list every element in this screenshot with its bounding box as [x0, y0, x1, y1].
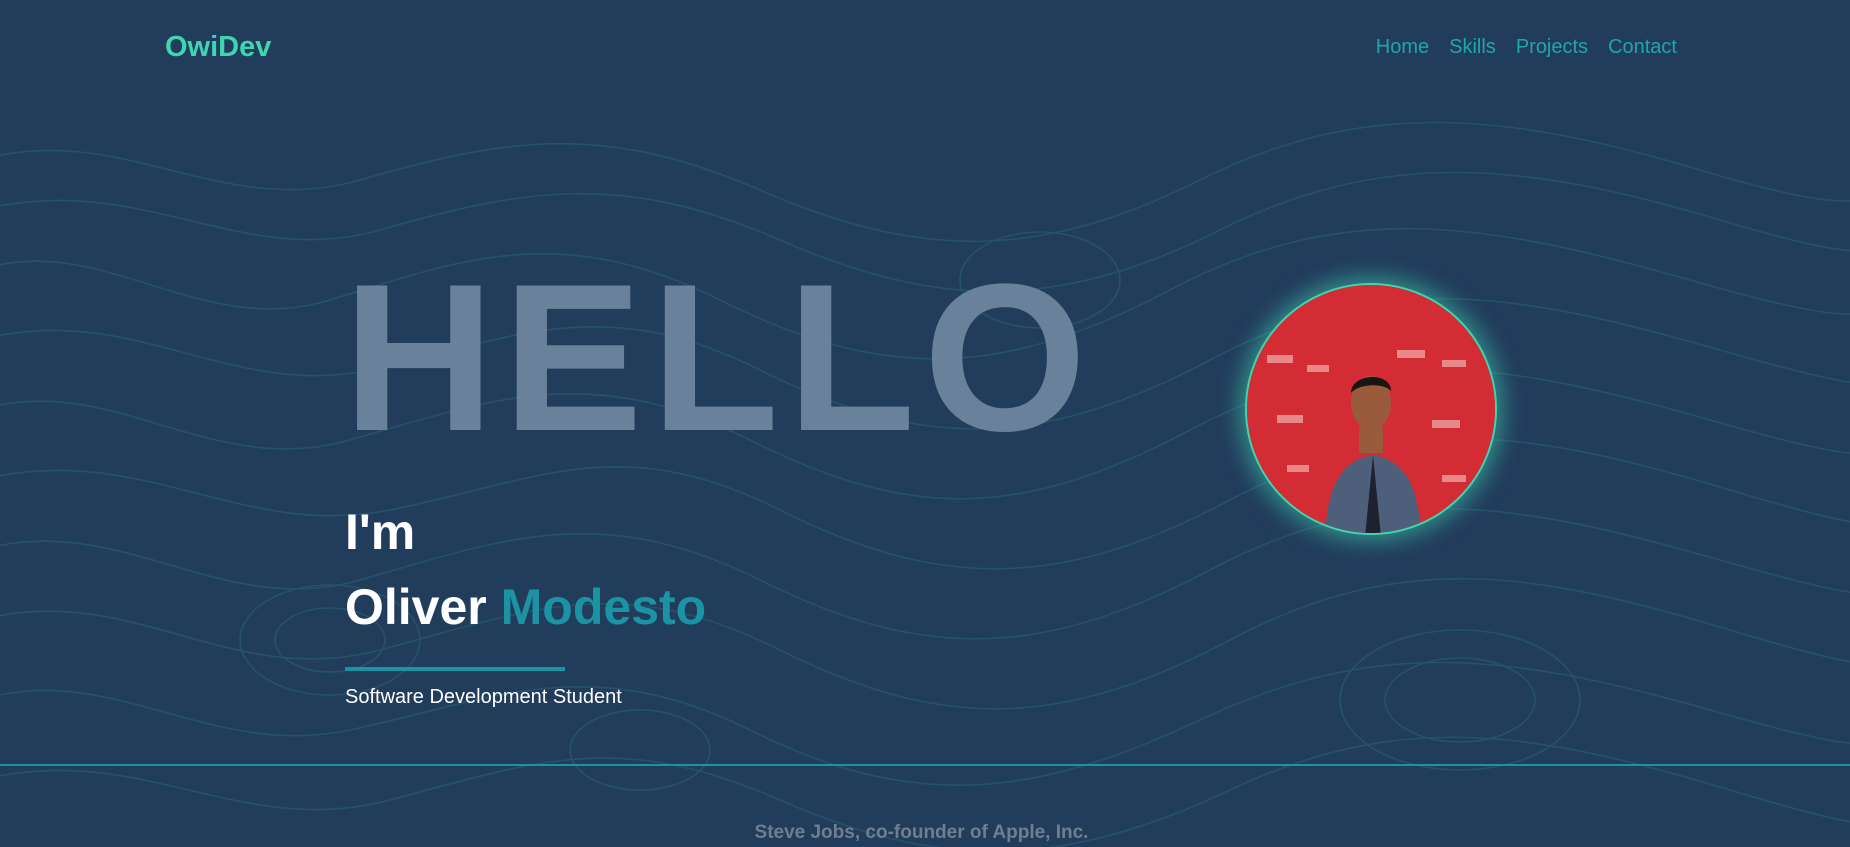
nav-link-projects[interactable]: Projects	[1516, 36, 1588, 59]
profile-photo-icon	[1247, 285, 1495, 533]
nav-link-skills[interactable]: Skills	[1449, 36, 1496, 59]
page: OwiDev Home Skills Projects Contact HELL…	[0, 0, 1850, 847]
nav-link-contact[interactable]: Contact	[1608, 36, 1677, 59]
nav-link-home[interactable]: Home	[1376, 36, 1429, 59]
last-name: Modesto	[500, 579, 707, 635]
full-name: Oliver Modesto	[345, 578, 706, 636]
section-divider	[0, 764, 1850, 766]
hello-heading: HELLO	[343, 240, 1095, 475]
quote-author: Steve Jobs, co-founder of Apple, Inc.	[754, 822, 1089, 843]
name-underline	[345, 667, 565, 671]
role-subtitle: Software Development Student	[345, 686, 622, 708]
brand-logo[interactable]: OwiDev	[165, 31, 271, 64]
navbar: OwiDev Home Skills Projects Contact	[0, 0, 1850, 95]
avatar	[1245, 283, 1497, 535]
first-name: Oliver	[345, 579, 487, 635]
intro-text: I'm	[345, 504, 416, 560]
nav-links: Home Skills Projects Contact	[1376, 36, 1677, 59]
